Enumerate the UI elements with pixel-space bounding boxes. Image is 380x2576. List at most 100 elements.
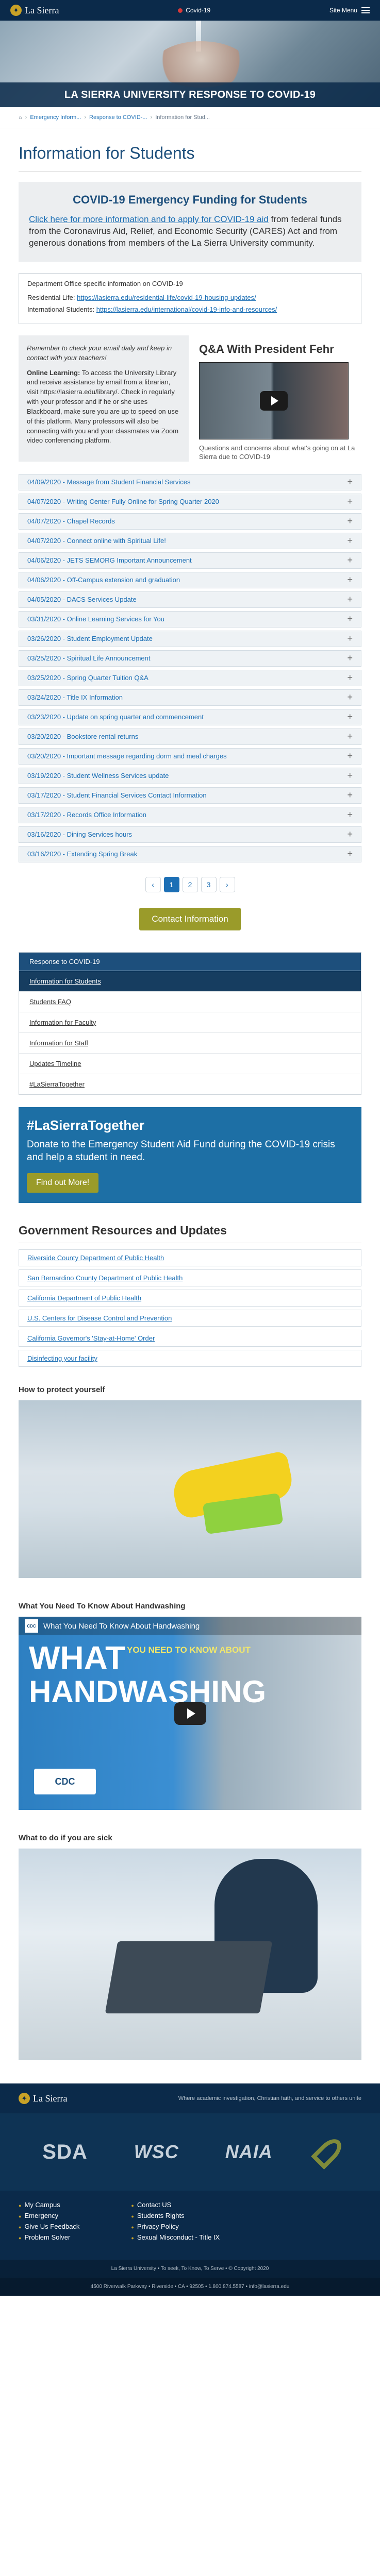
expand-plus-icon[interactable]: +	[347, 790, 353, 801]
funding-title: COVID-19 Emergency Funding for Students	[73, 193, 307, 206]
expand-plus-icon[interactable]: +	[347, 594, 353, 605]
expand-plus-icon[interactable]: +	[347, 829, 353, 840]
expand-plus-icon[interactable]: +	[347, 614, 353, 624]
expand-plus-icon[interactable]: +	[347, 516, 353, 527]
accordion-item[interactable]: 03/17/2020 - Records Office Information +	[19, 806, 361, 823]
section-nav-item-faq[interactable]: Students FAQ	[19, 991, 361, 1012]
accordion-item[interactable]: 03/31/2020 - Online Learning Services fo…	[19, 611, 361, 628]
expand-plus-icon[interactable]: +	[347, 731, 353, 742]
contact-wrap: Contact Information	[19, 907, 361, 930]
expand-plus-icon[interactable]: +	[347, 809, 353, 820]
accordion-item[interactable]: 03/16/2020 - Dining Services hours +	[19, 826, 361, 843]
accordion-item[interactable]: 04/05/2020 - DACS Services Update +	[19, 591, 361, 608]
gov-link-riverside[interactable]: Riverside County Department of Public He…	[27, 1254, 164, 1262]
footer-brand[interactable]: ✦ La Sierra	[19, 2093, 67, 2105]
expand-plus-icon[interactable]: +	[347, 574, 353, 585]
footer-link-emergency[interactable]: Emergency	[19, 2212, 79, 2219]
section-nav-item-timeline[interactable]: Updates Timeline	[19, 1053, 361, 1074]
naia-logo[interactable]: NAIA	[225, 2141, 273, 2163]
footer-link-title-ix[interactable]: Sexual Misconduct - Title IX	[131, 2233, 220, 2241]
footer-link-student-rights[interactable]: Students Rights	[131, 2212, 220, 2219]
expand-plus-icon[interactable]: +	[347, 692, 353, 703]
expand-plus-icon[interactable]: +	[347, 770, 353, 781]
sda-logo[interactable]: SDA	[42, 2141, 87, 2164]
footer-link-contact[interactable]: Contact US	[131, 2201, 220, 2209]
expand-plus-icon[interactable]: +	[347, 496, 353, 507]
expand-plus-icon[interactable]: +	[347, 711, 353, 722]
covid-alert-link[interactable]: Covid-19	[178, 7, 210, 14]
gov-link-san-bernardino[interactable]: San Bernardino County Department of Publ…	[27, 1274, 183, 1282]
expand-plus-icon[interactable]: +	[347, 672, 353, 683]
accordion-item[interactable]: 04/07/2020 - Chapel Records +	[19, 513, 361, 530]
breadcrumb-item-emergency[interactable]: Emergency Inform...	[30, 114, 81, 121]
accordion-item[interactable]: 03/23/2020 - Update on spring quarter an…	[19, 708, 361, 725]
expand-plus-icon[interactable]: +	[347, 653, 353, 664]
play-icon[interactable]	[260, 391, 288, 411]
qa-video[interactable]	[199, 362, 349, 439]
accordion-item[interactable]: 03/20/2020 - Important message regarding…	[19, 748, 361, 765]
gov-link-cdc[interactable]: U.S. Centers for Disease Control and Pre…	[27, 1314, 172, 1322]
cleaning-image	[19, 1400, 361, 1579]
handwashing-video[interactable]: CDC What You Need To Know About Handwash…	[19, 1617, 361, 1810]
footer-link-privacy[interactable]: Privacy Policy	[131, 2223, 220, 2230]
gov-link-california[interactable]: California Department of Public Health	[27, 1294, 141, 1302]
accordion-item[interactable]: 03/25/2020 - Spring Quarter Tuition Q&A +	[19, 669, 361, 686]
list-item: San Bernardino County Department of Publ…	[19, 1269, 361, 1287]
residential-link[interactable]: https://lasierra.edu/residential-life/co…	[77, 294, 256, 301]
expand-plus-icon[interactable]: +	[347, 535, 353, 546]
gov-link-disinfecting[interactable]: Disinfecting your facility	[27, 1354, 97, 1362]
section-nav-item-together[interactable]: #LaSierraTogether	[19, 1073, 361, 1094]
wsc-logo[interactable]: WSC	[134, 2141, 179, 2163]
gov-link-stay-home[interactable]: California Governor's 'Stay-at-Home' Ord…	[27, 1334, 155, 1342]
accordion-item[interactable]: 03/24/2020 - Title IX Information +	[19, 689, 361, 706]
section-nav-item-faculty[interactable]: Information for Faculty	[19, 1011, 361, 1032]
gov-resources-list: Riverside County Department of Public He…	[19, 1249, 361, 1367]
breadcrumb: ⌂ › Emergency Inform... › Response to CO…	[0, 107, 380, 128]
funding-apply-link[interactable]: Click here for more information and to a…	[29, 214, 269, 224]
section-nav-item-students[interactable]: Information for Students	[19, 970, 361, 991]
accordion-item[interactable]: 04/07/2020 - Writing Center Fully Online…	[19, 493, 361, 510]
play-icon[interactable]	[174, 1702, 206, 1725]
expand-plus-icon[interactable]: +	[347, 477, 353, 487]
accordion-item[interactable]: 03/26/2020 - Student Employment Update +	[19, 630, 361, 647]
contact-information-button[interactable]: Contact Information	[139, 907, 241, 930]
expand-plus-icon[interactable]: +	[347, 849, 353, 859]
accordion-item[interactable]: 04/06/2020 - JETS SEMORG Important Annou…	[19, 552, 361, 569]
international-label: International Students:	[27, 305, 95, 313]
prev-page-button[interactable]: ‹	[145, 876, 161, 892]
footer-link-my-campus[interactable]: My Campus	[19, 2201, 79, 2209]
accordion-item[interactable]: 03/25/2020 - Spiritual Life Announcement…	[19, 650, 361, 667]
footer-link-problem-solver[interactable]: Problem Solver	[19, 2233, 79, 2241]
accordion-item[interactable]: 03/19/2020 - Student Wellness Services u…	[19, 767, 361, 784]
site-menu-button[interactable]: Site Menu	[329, 7, 370, 14]
section-nav-head[interactable]: Response to COVID-19	[19, 952, 361, 971]
accordion-item[interactable]: 03/16/2020 - Extending Spring Break +	[19, 845, 361, 862]
page-button-2[interactable]: 2	[182, 876, 198, 892]
page-button-1[interactable]: 1	[163, 876, 179, 892]
donate-box: #LaSierraTogether Donate to the Emergenc…	[19, 1107, 361, 1204]
breadcrumb-item-current: Information for Stud...	[155, 114, 210, 121]
page-button-3[interactable]: 3	[201, 876, 217, 892]
expand-plus-icon[interactable]: +	[347, 751, 353, 761]
footer-link-feedback[interactable]: Give Us Feedback	[19, 2223, 79, 2230]
accordion-item[interactable]: 03/20/2020 - Bookstore rental returns +	[19, 728, 361, 745]
find-out-more-button[interactable]: Find out More!	[27, 1173, 99, 1193]
video-title[interactable]: What You Need To Know About Handwashing	[43, 1622, 200, 1631]
accordion-item[interactable]: 03/17/2020 - Student Financial Services …	[19, 787, 361, 804]
accordion-item-label: 03/16/2020 - Extending Spring Break	[27, 850, 138, 858]
accordion-item-label: 03/24/2020 - Title IX Information	[27, 693, 123, 702]
accordion-item[interactable]: 04/07/2020 - Connect online with Spiritu…	[19, 532, 361, 549]
home-icon[interactable]: ⌂	[19, 114, 22, 121]
next-page-button[interactable]: ›	[219, 876, 235, 892]
accordion-item-label: 03/20/2020 - Bookstore rental returns	[27, 733, 139, 741]
accordion-item[interactable]: 04/06/2020 - Off-Campus extension and gr…	[19, 571, 361, 588]
breadcrumb-separator: ›	[84, 114, 87, 121]
alert-dot-icon	[178, 8, 183, 13]
section-nav-item-staff[interactable]: Information for Staff	[19, 1032, 361, 1053]
international-link[interactable]: https://lasierra.edu/international/covid…	[96, 306, 277, 313]
expand-plus-icon[interactable]: +	[347, 555, 353, 566]
accordion-item[interactable]: 04/09/2020 - Message from Student Financ…	[19, 473, 361, 490]
breadcrumb-item-response[interactable]: Response to COVID-...	[89, 114, 147, 121]
expand-plus-icon[interactable]: +	[347, 633, 353, 644]
brand-logo[interactable]: ✦ La Sierra	[10, 5, 59, 16]
